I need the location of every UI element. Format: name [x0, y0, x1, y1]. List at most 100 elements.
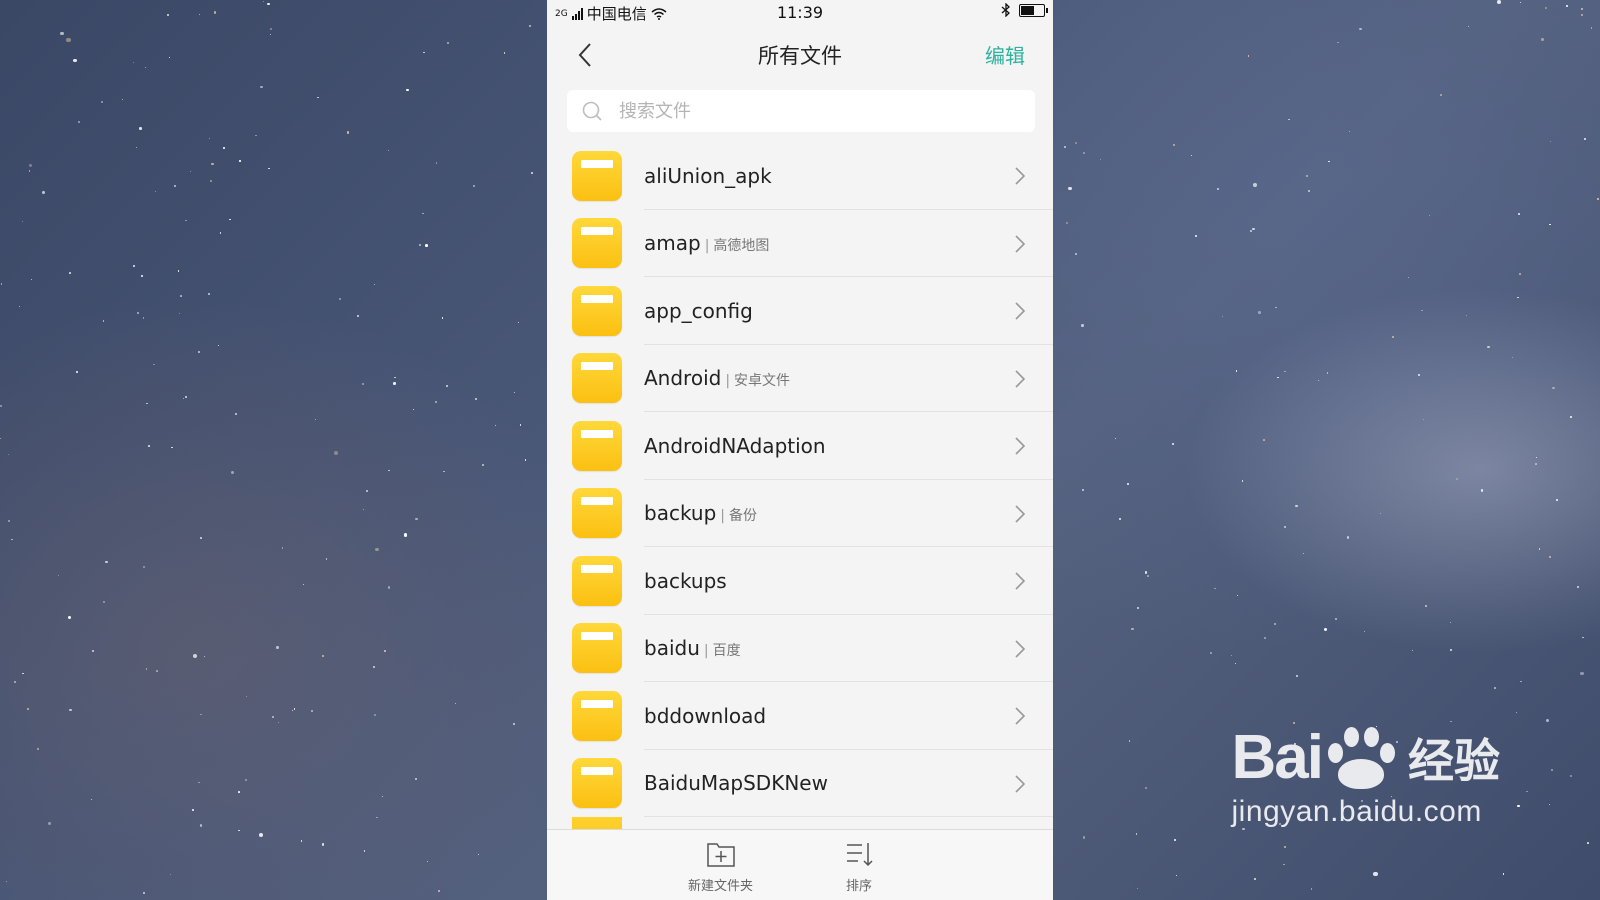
star — [231, 470, 235, 474]
chevron-right-icon — [1015, 707, 1026, 725]
star — [1349, 131, 1351, 133]
star — [210, 180, 213, 183]
star — [91, 650, 94, 652]
star — [1083, 151, 1085, 154]
folder-row[interactable]: app_config — [547, 277, 1053, 345]
star — [1171, 442, 1174, 445]
star — [1176, 875, 1178, 877]
new-folder-icon — [706, 843, 735, 867]
star — [143, 891, 146, 894]
star — [1264, 637, 1267, 639]
star — [1068, 186, 1072, 191]
star — [415, 517, 418, 521]
star — [446, 385, 448, 387]
new-folder-button[interactable]: 新建文件夹 — [688, 840, 753, 894]
star — [179, 312, 181, 314]
folder-row[interactable]: BaiduMapSDKNew — [547, 750, 1053, 817]
star — [229, 218, 231, 221]
star — [1502, 872, 1505, 875]
folder-name: aliUnion_apk — [644, 163, 772, 188]
folder-row[interactable]: backup备份 — [547, 480, 1053, 547]
folder-row-partial[interactable] — [547, 817, 1053, 829]
bottom-toolbar: 新建文件夹 排序 — [547, 829, 1053, 900]
star — [1241, 480, 1244, 482]
star — [168, 56, 171, 59]
star — [375, 547, 379, 552]
sort-button[interactable]: 排序 — [844, 840, 874, 894]
search-input[interactable] — [617, 99, 1001, 123]
folder-icon — [572, 623, 622, 674]
star — [393, 382, 396, 385]
star — [1535, 457, 1537, 459]
star — [1346, 536, 1349, 539]
folder-row[interactable]: bddownload — [547, 682, 1053, 750]
star — [1235, 369, 1238, 372]
folder-text: baidu百度 — [644, 636, 741, 660]
watermark-brand-right: 经验 — [1408, 733, 1500, 788]
star — [1337, 42, 1339, 44]
star — [136, 146, 138, 149]
star — [1083, 836, 1086, 839]
star — [1549, 224, 1551, 226]
star — [414, 777, 417, 780]
star — [1250, 229, 1252, 232]
star — [136, 311, 139, 314]
star — [28, 170, 31, 172]
star — [437, 889, 441, 893]
search-icon — [582, 101, 602, 121]
star — [1408, 277, 1410, 279]
chevron-right-icon — [1015, 572, 1026, 590]
star — [1520, 680, 1522, 682]
star — [1137, 887, 1139, 889]
star — [1324, 628, 1327, 631]
star — [76, 371, 79, 373]
folder-row[interactable]: AndroidNAdaption — [547, 412, 1053, 480]
new-folder-label: 新建文件夹 — [688, 879, 754, 894]
star — [1194, 234, 1197, 237]
star — [0, 438, 2, 440]
star — [255, 134, 257, 137]
star — [1440, 94, 1442, 96]
folder-row[interactable]: amap高德地图 — [547, 210, 1053, 277]
star — [1569, 774, 1573, 777]
star — [1580, 671, 1584, 676]
star — [1082, 489, 1084, 491]
star — [436, 162, 438, 164]
star — [21, 220, 23, 223]
star — [1275, 307, 1277, 309]
star — [26, 707, 29, 710]
star — [403, 533, 407, 537]
star — [1519, 1, 1522, 4]
folder-row[interactable]: baidu百度 — [547, 615, 1053, 682]
star — [8, 519, 11, 522]
baidu-paw-icon — [1324, 725, 1398, 791]
star — [102, 601, 105, 603]
star — [269, 33, 271, 35]
star — [234, 412, 238, 416]
star — [182, 398, 184, 400]
star — [102, 320, 104, 322]
star — [42, 191, 45, 194]
folder-row[interactable]: aliUnion_apk — [547, 142, 1053, 210]
star — [1174, 838, 1177, 841]
star — [387, 586, 391, 589]
star — [37, 748, 40, 751]
folder-list[interactable]: aliUnion_apk amap高德地图app_configAndroid安卓文… — [547, 142, 1053, 829]
star — [174, 184, 177, 187]
star — [1535, 462, 1537, 465]
star — [1273, 623, 1276, 626]
star — [1487, 345, 1490, 349]
star — [504, 52, 506, 54]
edit-button[interactable]: 编辑 — [985, 40, 1025, 69]
star — [362, 509, 364, 511]
folder-note: 安卓文件 — [725, 370, 790, 390]
star — [13, 680, 16, 683]
star — [105, 560, 108, 563]
folder-row[interactable]: backups — [547, 547, 1053, 615]
search-bar[interactable] — [567, 90, 1035, 132]
folder-name: amap — [644, 231, 701, 256]
star — [293, 708, 296, 710]
star — [1231, 655, 1233, 657]
folder-row[interactable]: Android安卓文件 — [547, 345, 1053, 412]
star — [11, 539, 13, 541]
